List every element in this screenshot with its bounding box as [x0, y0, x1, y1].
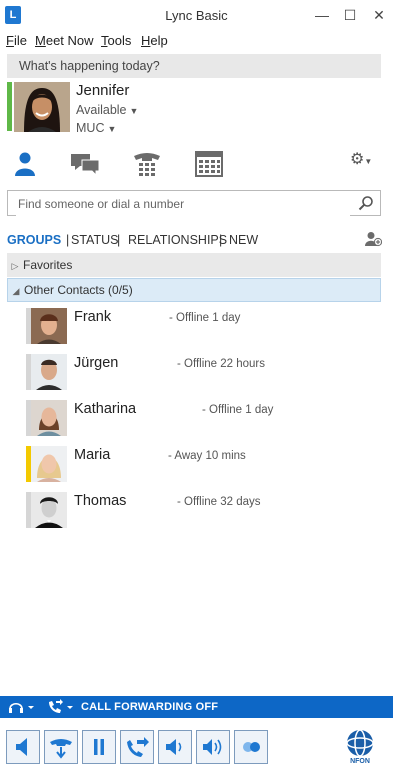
conference-button[interactable]: [234, 730, 268, 764]
volume-down-button[interactable]: [158, 730, 192, 764]
options-menu[interactable]: ⚙▼: [350, 149, 372, 169]
group-label: Other Contacts (0/5): [24, 283, 133, 297]
window-title: Lync Basic: [165, 8, 228, 23]
transfer-button[interactable]: [44, 730, 78, 764]
contact-thomas[interactable]: Thomas - Offline 32 days: [26, 492, 376, 528]
speaker-icon: [16, 738, 27, 756]
minimize-button[interactable]: —: [311, 5, 333, 25]
call-forward-icon: [127, 737, 149, 757]
contact-name: Frank: [74, 309, 112, 325]
contact-maria[interactable]: Maria - Away 10 mins: [26, 446, 376, 482]
contact-name: Maria: [74, 447, 111, 463]
contact-jurgen[interactable]: Jürgen - Offline 22 hours: [26, 354, 376, 390]
audio-device-button[interactable]: [7, 699, 35, 715]
nfon-logo: NFON: [339, 728, 381, 766]
call-forwarding-bar: CALL FORWARDING OFF: [0, 696, 393, 718]
group-favorites[interactable]: ▷ Favorites: [7, 253, 381, 277]
tab-separator: |: [219, 233, 223, 247]
contact-avatar[interactable]: [31, 492, 67, 528]
chevron-down-icon: ▼: [364, 157, 373, 166]
nfon-logo-text: NFON: [350, 758, 370, 765]
tab-new[interactable]: NEW: [229, 233, 258, 247]
status-message-field[interactable]: What's happening today?: [7, 54, 381, 78]
nfon-globe-icon: [346, 729, 374, 757]
volume-up-icon: [203, 739, 222, 755]
tab-groups[interactable]: GROUPS: [7, 233, 61, 247]
availability-label: Available: [76, 103, 127, 117]
search-icon[interactable]: [358, 195, 374, 211]
call-forwarding-button[interactable]: [46, 699, 74, 715]
my-name: Jennifer: [76, 82, 130, 99]
add-contact-icon[interactable]: [364, 231, 382, 247]
volume-down-icon: [166, 739, 182, 755]
contact-frank[interactable]: Frank - Offline 1 day: [26, 308, 376, 344]
tab-relationships[interactable]: RELATIONSHIPS: [128, 233, 227, 247]
my-avatar[interactable]: [14, 82, 70, 132]
group-other-contacts[interactable]: ◢ Other Contacts (0/5): [7, 278, 381, 302]
expanded-triangle-icon: ◢: [12, 286, 20, 296]
menu-file[interactable]: File: [6, 33, 27, 48]
tab-separator: |: [117, 233, 121, 247]
pause-icon: [94, 739, 104, 755]
gear-icon: ⚙: [350, 151, 365, 168]
contacts-icon: [15, 152, 35, 176]
location-label: MUC: [76, 121, 105, 135]
chevron-down-icon: ▼: [107, 124, 117, 134]
volume-up-button[interactable]: [196, 730, 230, 764]
contact-status: - Offline 32 days: [177, 496, 261, 508]
search-box: [7, 190, 381, 216]
contact-avatar[interactable]: [31, 354, 67, 390]
conversations-tab[interactable]: [68, 150, 102, 178]
phone-icon: [134, 153, 160, 176]
menu-meet-now[interactable]: Meet Now: [35, 33, 94, 48]
contact-status: - Offline 1 day: [202, 404, 274, 416]
contact-name: Thomas: [74, 493, 127, 509]
maximize-button[interactable]: ☐: [339, 5, 361, 25]
speaker-button[interactable]: [6, 730, 40, 764]
contact-status: - Away 10 mins: [168, 450, 246, 462]
tab-status[interactable]: STATUS: [71, 233, 118, 247]
chevron-down-icon: ▼: [129, 106, 139, 116]
contact-name: Katharina: [74, 401, 137, 417]
collapsed-triangle-icon: ▷: [11, 261, 19, 271]
close-button[interactable]: ✕: [368, 5, 390, 25]
group-label: Favorites: [23, 258, 73, 272]
contact-name: Jürgen: [74, 355, 119, 371]
call-forwarding-status[interactable]: CALL FORWARDING OFF: [81, 701, 218, 713]
hold-button[interactable]: [82, 730, 116, 764]
contact-status: - Offline 1 day: [169, 312, 241, 324]
call-control-toolbar: NFON: [0, 724, 393, 771]
phone-tab[interactable]: [130, 150, 164, 178]
conference-icon: [243, 742, 260, 752]
contacts-tab[interactable]: [10, 150, 44, 178]
forward-call-button[interactable]: [120, 730, 154, 764]
call-transfer-icon: [50, 739, 72, 759]
title-bar: L Lync Basic — ☐ ✕: [0, 0, 393, 30]
availability-dropdown[interactable]: Available ▼: [76, 103, 138, 117]
meetings-tab[interactable]: [192, 150, 226, 178]
my-presence-indicator: [7, 82, 12, 131]
conversations-icon: [71, 154, 100, 177]
contact-katharina[interactable]: Katharina - Offline 1 day: [26, 400, 376, 436]
contact-status: - Offline 22 hours: [177, 358, 266, 370]
contact-avatar[interactable]: [31, 400, 67, 436]
calendar-icon: [195, 151, 223, 177]
location-dropdown[interactable]: MUC ▼: [76, 121, 116, 135]
tab-separator: |: [66, 233, 70, 247]
menu-help[interactable]: Help: [141, 33, 168, 48]
menu-tools[interactable]: Tools: [101, 33, 131, 48]
contact-avatar[interactable]: [31, 446, 67, 482]
contact-avatar[interactable]: [31, 308, 67, 344]
search-input[interactable]: [16, 192, 350, 216]
